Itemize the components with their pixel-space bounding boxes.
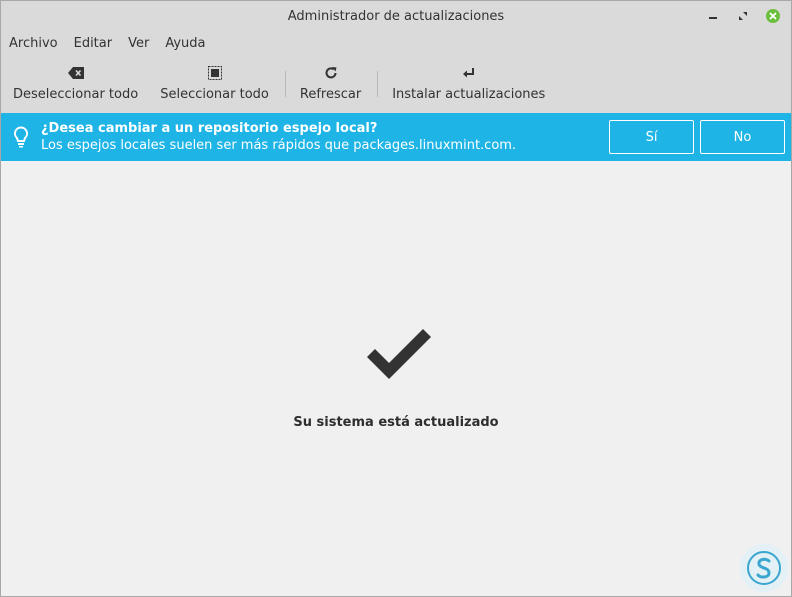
deselect-all-button[interactable]: Deseleccionar todo [7,55,144,113]
title-bar[interactable]: Administrador de actualizaciones [1,1,791,31]
lightbulb-icon [1,126,41,148]
install-updates-label: Instalar actualizaciones [392,87,546,102]
main-content: Su sistema está actualizado [1,161,791,596]
enter-icon [462,65,476,81]
infobar-message: ¿Desea cambiar a un repositorio espejo l… [41,120,609,154]
status-message: Su sistema está actualizado [293,415,499,430]
select-all-icon [207,65,222,81]
backspace-icon [67,65,84,81]
update-manager-window: Administrador de actualizaciones Archivo… [0,0,792,597]
deselect-all-label: Deseleccionar todo [13,87,139,102]
window-controls [691,7,781,25]
yes-button[interactable]: Sí [609,120,694,154]
minimize-icon [709,17,717,19]
toolbar-separator [284,71,286,97]
menu-archivo[interactable]: Archivo [9,36,58,51]
logo-icon [740,544,788,592]
select-all-button[interactable]: Seleccionar todo [154,55,275,113]
refresh-button[interactable]: Refrescar [294,55,367,113]
install-updates-button[interactable]: Instalar actualizaciones [386,55,551,113]
window-title: Administrador de actualizaciones [287,8,505,24]
maximize-icon [739,12,747,20]
select-all-label: Seleccionar todo [160,87,269,102]
close-button[interactable] [765,8,781,24]
menu-ayuda[interactable]: Ayuda [165,36,205,51]
maximize-button[interactable] [735,8,751,24]
menu-ver[interactable]: Ver [128,36,149,51]
infobar-title: ¿Desea cambiar a un repositorio espejo l… [41,121,378,136]
mirror-infobar: ¿Desea cambiar a un repositorio espejo l… [1,113,791,161]
refresh-icon [324,65,338,81]
menu-bar: Archivo Editar Ver Ayuda [1,31,791,55]
refresh-label: Refrescar [299,87,362,102]
menu-editar[interactable]: Editar [74,36,113,51]
infobar-subtitle: Los espejos locales suelen ser más rápid… [41,138,517,153]
no-button[interactable]: No [700,120,785,154]
checkmark-icon [365,329,435,391]
toolbar: Deseleccionar todo Seleccionar todo Refr… [1,55,791,113]
toolbar-separator [377,71,379,97]
minimize-button[interactable] [705,8,721,24]
close-icon [766,9,780,23]
